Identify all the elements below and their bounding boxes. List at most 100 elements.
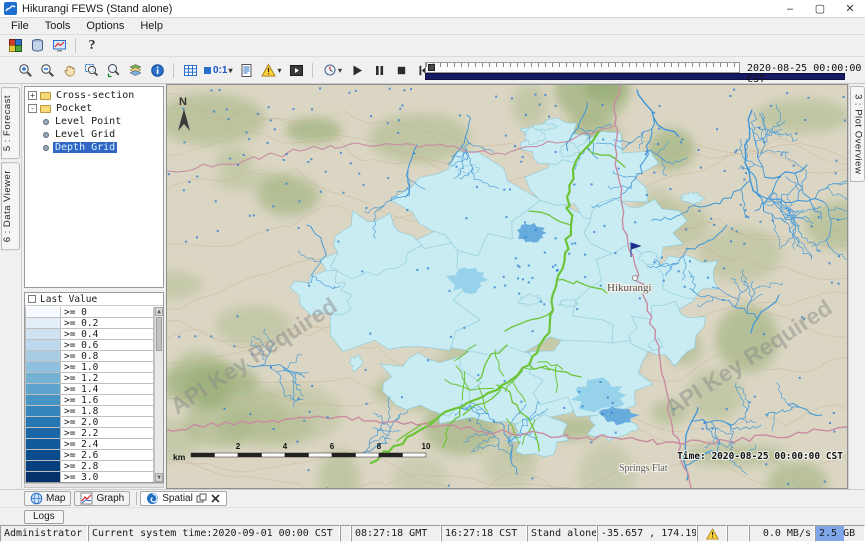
folder-icon [40,105,51,113]
tab-graph[interactable]: Graph [74,491,130,506]
tree-item-label: Level Grid [53,129,117,140]
pan-button[interactable] [58,60,80,80]
legend-label: >= 2.8 [61,461,154,472]
legend-label: >= 0.4 [61,329,154,340]
tab-map[interactable]: Map [24,491,71,506]
database-button[interactable] [26,36,48,56]
zoom-in-button[interactable] [14,60,36,80]
status-local-time: 16:27:18 CST [441,525,527,542]
tree-item-level-point[interactable]: Level Point [25,115,163,128]
globe-icon [30,492,43,505]
grid-display-button[interactable] [179,60,201,80]
tree-item-level-grid[interactable]: Level Grid [25,128,163,141]
title-bar: Hikurangi FEWS (Stand alone) – ▢ ✕ [0,0,865,18]
status-coordinates: -35.657 , 174.199 [597,525,697,542]
info-button[interactable] [146,60,168,80]
status-mode: Stand alone [527,525,597,542]
chevron-down-icon: ▾ [338,66,342,75]
animation-settings-icon [323,63,337,77]
chevron-down-icon: ▾ [228,66,232,75]
maximize-button[interactable]: ▢ [805,0,835,17]
scroll-down-icon[interactable]: ▼ [155,473,163,482]
close-button[interactable]: ✕ [835,0,865,17]
main-toolbar: ? [0,35,865,57]
menu-file[interactable]: File [3,20,37,32]
north-label: N [179,96,187,108]
map-view[interactable]: N API Key Required API Key Required Hiku… [166,84,848,489]
legend-label: >= 2.4 [61,439,154,450]
last-value-checkbox[interactable] [28,295,36,303]
legend-row: >= 1.6 [25,395,154,406]
legend-swatch [25,439,61,450]
scale-tick-label: 8 [377,442,382,451]
displays-button[interactable] [48,36,70,56]
menu-options[interactable]: Options [78,20,132,32]
help-button[interactable]: ? [81,36,103,56]
town-marker [633,276,638,281]
tree-toggle-icon[interactable]: + [28,91,37,100]
scroll-up-icon[interactable]: ▲ [155,307,163,316]
movie-button[interactable] [285,60,307,80]
play-button[interactable] [346,60,368,80]
legend-swatch [25,461,61,472]
movie-icon [289,63,304,78]
tree-item-depth-grid[interactable]: Depth Grid [25,141,163,154]
tab-data-viewer[interactable]: 6 : Data Viewer [1,162,20,250]
legend-label: >= 1.0 [61,362,154,373]
status-spacer [727,525,749,542]
layers-button[interactable] [124,60,146,80]
zoom-out-button[interactable] [36,60,58,80]
grid-icon [183,63,198,78]
legend-swatch [25,395,61,406]
legend-swatch [25,329,61,340]
legend-row: >= 1.0 [25,362,154,373]
pan-hand-icon [62,63,77,78]
minimize-button[interactable]: – [775,0,805,17]
tab-spatial-label: Spatial [162,493,193,504]
timeline-thumb[interactable] [428,64,435,71]
tree-item-cross-section[interactable]: +Cross-section [25,89,163,102]
tab-plot-overview[interactable]: 3 : Plot Overview [850,86,865,182]
scroll-thumb[interactable] [156,317,162,351]
close-tab-icon[interactable] [210,493,221,504]
legend-row: >= 2.6 [25,450,154,461]
zoom-previous-button[interactable] [102,60,124,80]
warning-icon [706,528,719,540]
pause-button[interactable] [368,60,390,80]
last-value-label: Last Value [40,294,97,305]
status-memory: 2.5 GB [815,525,865,542]
menu-help[interactable]: Help [132,20,171,32]
tab-map-label: Map [46,493,65,504]
warning-icon [261,63,276,78]
zoom-box-button[interactable] [80,60,102,80]
horizontal-scrollbar[interactable] [24,483,164,488]
play-icon [351,64,364,77]
tree-item-pocket[interactable]: -Pocket [25,102,163,115]
status-user: Administrator [0,525,88,542]
folder-icon [40,92,51,100]
window-title: Hikurangi FEWS (Stand alone) [22,3,172,15]
legend-label: >= 0.8 [61,351,154,362]
warnings-dropdown[interactable]: ▾ [257,60,285,80]
stop-button[interactable] [390,60,412,80]
logs-button[interactable]: Logs [24,510,64,524]
legend-row: >= 2.8 [25,461,154,472]
interval-dropdown[interactable]: 0:1 ▾ [201,65,235,76]
legend-swatch [25,450,61,461]
menu-tools[interactable]: Tools [37,20,79,32]
tab-spatial[interactable]: Spatial [140,491,227,506]
zoom-in-icon [18,63,33,78]
toolbar-separator [173,63,174,78]
legend-swatch [25,472,61,482]
tab-forecast[interactable]: 5 : Forecast [1,87,20,159]
undock-icon[interactable] [196,493,207,504]
tree[interactable]: +Cross-section-PocketLevel PointLevel Gr… [24,86,164,288]
status-warning-cell[interactable] [697,525,727,542]
animation-settings-dropdown[interactable]: ▾ [318,60,346,80]
tree-toggle-icon[interactable]: - [28,104,37,113]
import-button[interactable] [4,36,26,56]
legend-label: >= 0.6 [61,340,154,351]
legend-scrollbar[interactable]: ▲ ▼ [154,307,163,482]
timeline-slider[interactable] [425,62,740,73]
report-button[interactable] [235,60,257,80]
